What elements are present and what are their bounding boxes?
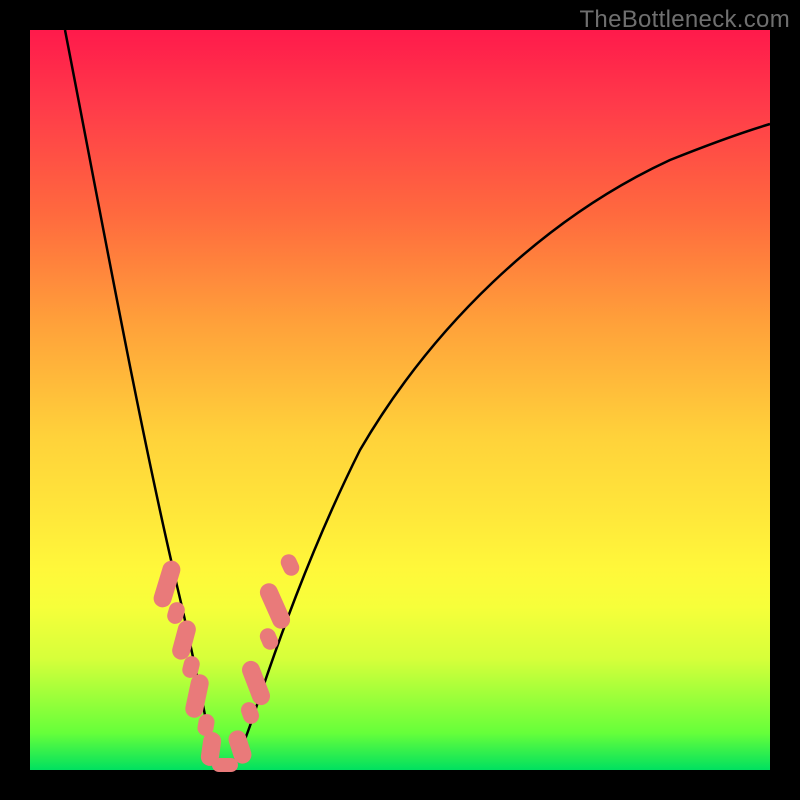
bottleneck-curve-svg [30,30,770,770]
highlight-capsules-left [151,558,222,767]
bottleneck-curve [65,30,770,770]
highlight-capsules-right [226,552,302,766]
highlight-capsule-bottom [212,758,238,772]
chart-frame: TheBottleneck.com [0,0,800,800]
